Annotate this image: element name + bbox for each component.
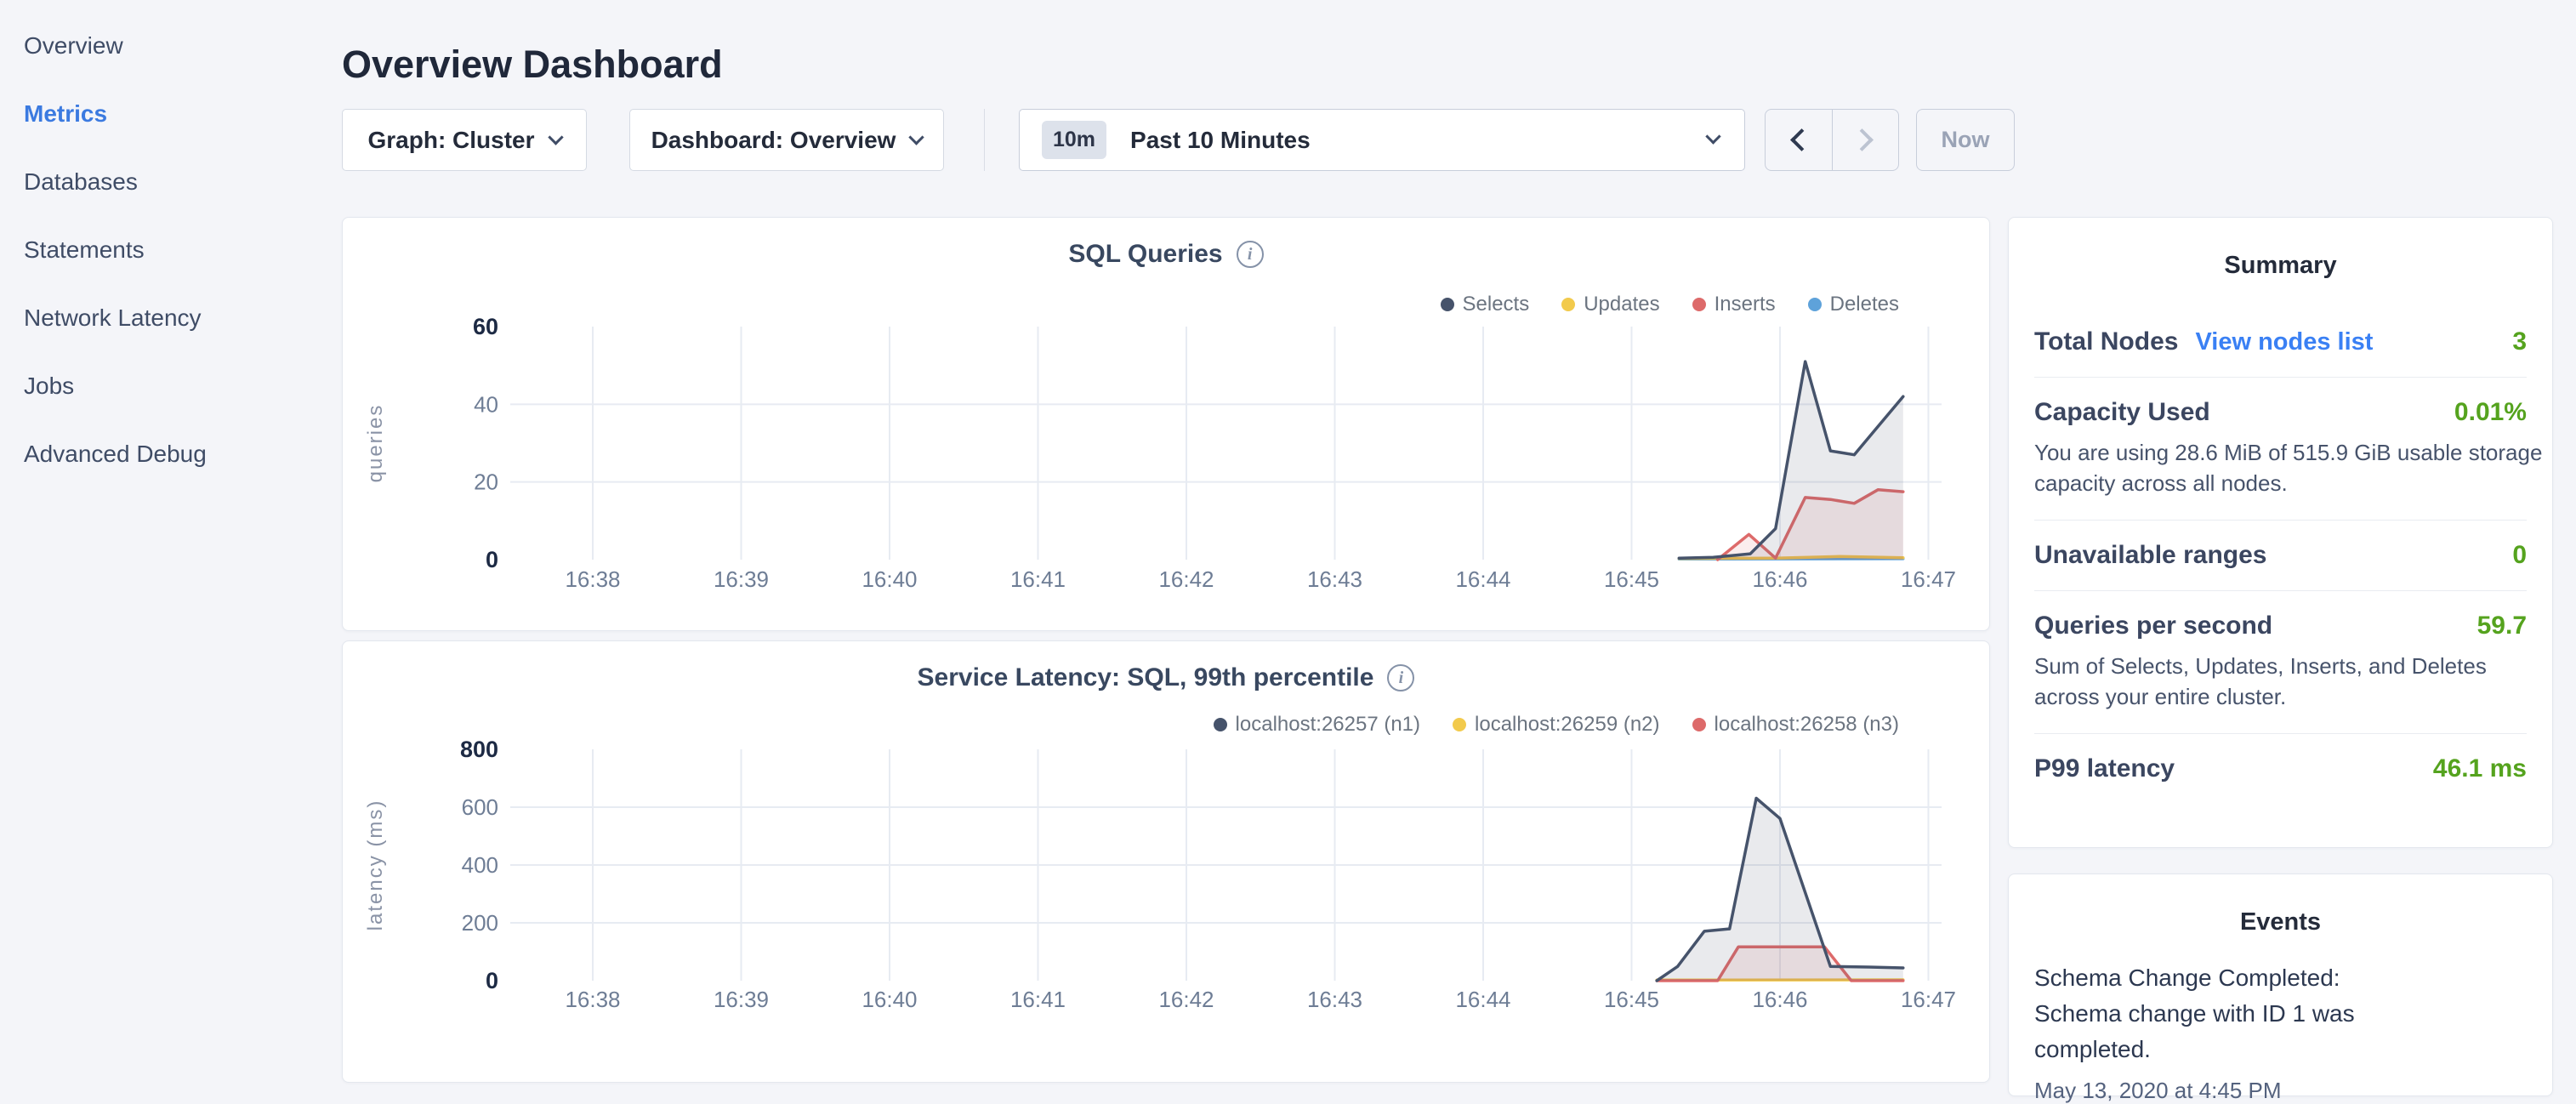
svg-text:16:46: 16:46 [1752,566,1807,592]
service-latency-card: Service Latency: SQL, 99th percentile i … [342,640,1990,1083]
capacity-used-value: 0.01% [2454,398,2527,427]
p99-latency-label: P99 latency [2034,754,2175,783]
svg-text:16:44: 16:44 [1455,987,1510,1012]
svg-text:queries: queries [364,404,387,483]
time-range-arrows [1765,109,1899,171]
view-nodes-list-link[interactable]: View nodes list [2195,328,2373,356]
summary-panel: Summary Total Nodes View nodes list 3 Ca… [2008,217,2553,848]
svg-text:16:41: 16:41 [1010,566,1066,592]
event-item-timestamp: May 13, 2020 at 4:45 PM [2034,1078,2527,1104]
summary-title: Summary [2034,252,2527,280]
svg-text:16:39: 16:39 [714,566,769,592]
events-panel: Events Schema Change Completed: Schema c… [2008,874,2553,1096]
svg-text:0: 0 [486,968,498,993]
svg-text:16:47: 16:47 [1901,566,1956,592]
svg-text:40: 40 [474,391,498,417]
total-nodes-value: 3 [2512,327,2527,356]
svg-text:16:42: 16:42 [1158,566,1214,592]
total-nodes-label: Total Nodes [2034,327,2178,356]
svg-text:16:40: 16:40 [862,566,917,592]
svg-text:16:38: 16:38 [565,987,620,1012]
time-window-selector[interactable]: 10m Past 10 Minutes [1019,109,1745,171]
unavailable-ranges-label: Unavailable ranges [2034,541,2266,570]
svg-text:latency (ms): latency (ms) [364,800,387,931]
now-button[interactable]: Now [1916,109,2015,171]
divider [2034,377,2527,378]
sidebar-item-network-latency[interactable]: Network Latency [0,284,342,352]
capacity-used-description: You are using 28.6 MiB of 515.9 GiB usab… [2034,437,2545,499]
p99-latency-row: P99 latency 46.1 ms [2034,754,2527,783]
chevron-down-icon [1705,128,1720,144]
svg-text:20: 20 [474,469,498,495]
qps-label: Queries per second [2034,612,2272,640]
sidebar: OverviewMetricsDatabasesStatementsNetwor… [0,0,342,488]
divider [2034,733,2527,734]
svg-text:400: 400 [462,852,498,878]
sidebar-item-databases[interactable]: Databases [0,148,342,216]
svg-text:16:44: 16:44 [1455,566,1510,592]
svg-text:16:43: 16:43 [1307,566,1362,592]
divider [2034,520,2527,521]
svg-text:16:41: 16:41 [1010,987,1066,1012]
sidebar-item-statements[interactable]: Statements [0,216,342,284]
sidebar-item-metrics[interactable]: Metrics [0,80,342,148]
chevron-down-icon [909,129,924,145]
sidebar-item-jobs[interactable]: Jobs [0,352,342,420]
page-title: Overview Dashboard [342,43,723,87]
graph-dropdown[interactable]: Graph: Cluster [342,109,587,171]
qps-row: Queries per second 59.7 [2034,612,2527,640]
sidebar-item-overview[interactable]: Overview [0,12,342,80]
svg-text:0: 0 [486,547,498,572]
graph-dropdown-label: Graph: Cluster [367,127,534,154]
qps-description: Sum of Selects, Updates, Inserts, and De… [2034,651,2545,713]
svg-text:16:45: 16:45 [1604,566,1659,592]
svg-text:16:39: 16:39 [714,987,769,1012]
controls-divider [984,109,985,171]
dashboard-dropdown[interactable]: Dashboard: Overview [629,109,944,171]
svg-text:16:46: 16:46 [1752,987,1807,1012]
capacity-used-row: Capacity Used 0.01% [2034,398,2527,427]
svg-text:16:38: 16:38 [565,566,620,592]
capacity-used-label: Capacity Used [2034,398,2210,427]
sql-queries-card: SQL Queries i SelectsUpdatesInsertsDelet… [342,217,1990,631]
svg-text:16:45: 16:45 [1604,987,1659,1012]
event-item-text: Schema Change Completed: Schema change w… [2034,960,2434,1067]
unavailable-ranges-row: Unavailable ranges 0 [2034,541,2527,570]
svg-text:800: 800 [460,737,498,762]
time-window-label: Past 10 Minutes [1130,127,1311,154]
svg-text:16:43: 16:43 [1307,987,1362,1012]
p99-latency-value: 46.1 ms [2433,754,2527,783]
svg-text:600: 600 [462,794,498,820]
svg-text:16:40: 16:40 [862,987,917,1012]
chevron-left-icon [1790,128,1813,151]
unavailable-ranges-value: 0 [2512,541,2527,570]
svg-text:16:42: 16:42 [1158,987,1214,1012]
next-range-button[interactable] [1832,110,1899,170]
chevron-down-icon [548,129,563,145]
qps-value: 59.7 [2477,612,2527,640]
sidebar-item-advanced-debug[interactable]: Advanced Debug [0,420,342,488]
svg-text:60: 60 [473,314,498,339]
svg-text:16:47: 16:47 [1901,987,1956,1012]
events-title: Events [2034,908,2527,936]
svg-text:200: 200 [462,910,498,936]
chevron-right-icon [1851,128,1874,151]
time-window-badge: 10m [1042,121,1106,159]
dashboard-dropdown-label: Dashboard: Overview [651,127,896,154]
total-nodes-row: Total Nodes View nodes list 3 [2034,327,2527,356]
prev-range-button[interactable] [1766,110,1832,170]
divider [2034,590,2527,591]
